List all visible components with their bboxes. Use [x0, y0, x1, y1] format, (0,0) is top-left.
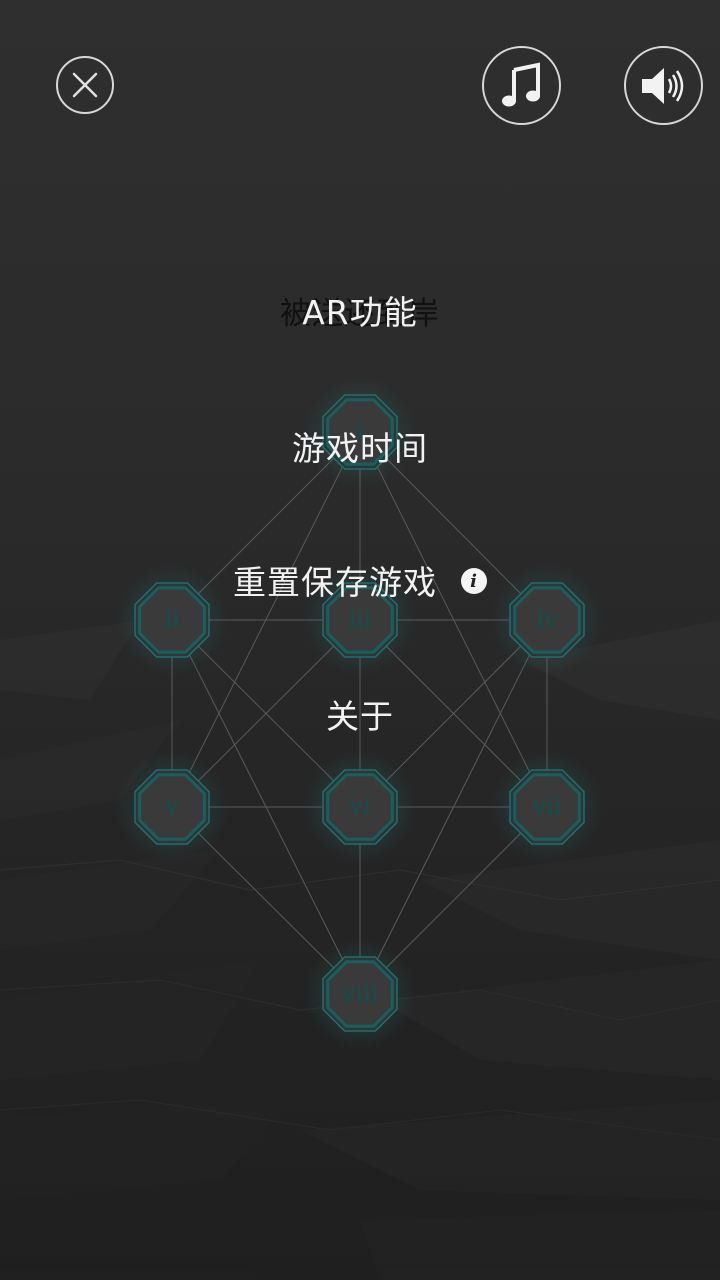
settings-overlay: i ii iii iv v vi vii viii 被送还到岸 AR功能 游戏时间 重置保存游… [0, 0, 720, 1280]
level-node-label: iii [348, 606, 371, 634]
level-node-label: vii [532, 793, 562, 821]
level-node-vii[interactable]: vii [491, 751, 603, 863]
menu-ar-feature[interactable]: AR功能 [0, 286, 720, 334]
level-node-viii[interactable]: viii [304, 938, 416, 1050]
level-node-label: vi [348, 793, 371, 821]
menu-about[interactable]: 关于 [0, 690, 720, 738]
level-map-background: iii iii ivv vi viiviii [0, 376, 720, 1280]
speaker-icon [641, 67, 683, 104]
info-icon[interactable]: i [461, 568, 487, 594]
level-node-vi[interactable]: vi [304, 751, 416, 863]
level-node-v[interactable]: v [116, 751, 228, 863]
reset-save-row: 重置保存游戏 i [233, 556, 487, 604]
music-note-icon [501, 62, 540, 106]
music-toggle-button[interactable] [482, 46, 561, 125]
level-node-label: iv [536, 606, 558, 634]
level-node-label: v [164, 793, 179, 821]
level-node-label: viii [341, 980, 379, 1008]
reset-save-label: 重置保存游戏 [233, 563, 437, 602]
menu-reset-save[interactable]: 重置保存游戏 i [0, 556, 720, 604]
menu-play-time[interactable]: 游戏时间 [0, 422, 720, 470]
sound-toggle-button[interactable] [624, 46, 703, 125]
close-button[interactable] [56, 56, 114, 114]
level-node-label: ii [164, 606, 180, 634]
close-icon [72, 72, 98, 98]
